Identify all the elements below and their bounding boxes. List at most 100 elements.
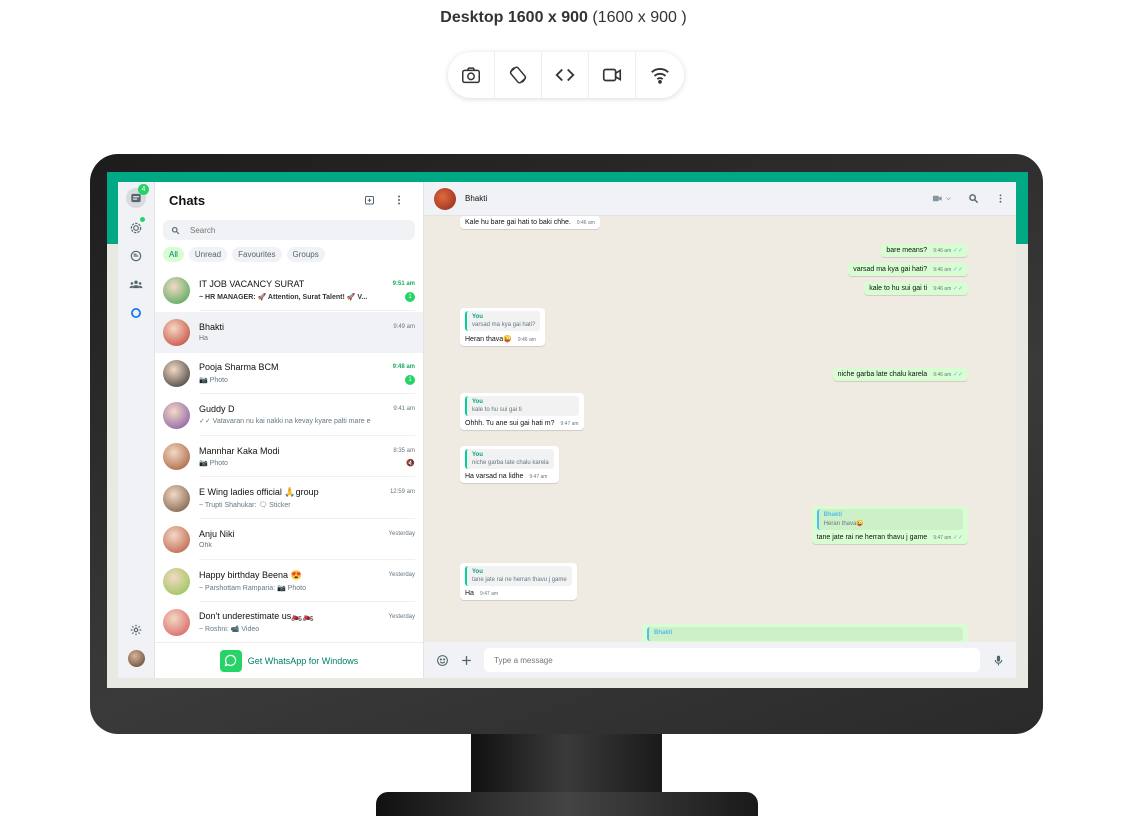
quoted-message[interactable]: You niche garba late chalu karela (465, 449, 554, 469)
outgoing-message[interactable]: Bhakti Heran thava😜 tane jate rai ne herra… (811, 506, 968, 544)
message-text: Ha varsad na lidhe (465, 473, 524, 480)
rail-communities-button[interactable] (126, 274, 146, 294)
emoji-button[interactable] (434, 652, 450, 668)
chat-row[interactable]: Pooja Sharma BCM 9:48 am 📷 Photo 1 (155, 353, 423, 395)
chat-row-bottom: 📷 Photo 1 (199, 374, 415, 385)
video-call-button[interactable] (932, 193, 952, 204)
whatsapp-logo-icon (219, 649, 242, 672)
message-text: Heran thava😜 (465, 336, 512, 343)
code-button[interactable] (542, 52, 589, 98)
search-box[interactable] (163, 220, 415, 240)
chat-row-body: E Wing ladies official 🙏group 12:59 am ~ T… (199, 478, 415, 519)
incoming-message[interactable]: Kale hu bare gai hati to baki chhe. 9:46 … (460, 216, 600, 229)
message-time: 9:47 am (933, 535, 952, 541)
plus-icon (461, 655, 471, 665)
unread-badge: 1 (405, 291, 415, 302)
quoted-message[interactable]: You kale to hu sui gai ti (465, 396, 579, 416)
chat-name: Guddy D (199, 404, 235, 415)
screenshot-button[interactable] (448, 52, 495, 98)
outgoing-message[interactable]: bare means? 9:46 am ✓✓ (881, 244, 968, 257)
filter-all[interactable]: All (163, 247, 184, 262)
rail-settings-button[interactable] (126, 620, 146, 640)
chat-name: IT JOB VACANCY SURAT (199, 278, 305, 289)
get-whatsapp-banner[interactable]: Get WhatsApp for Windows (155, 642, 423, 678)
outgoing-message[interactable]: niche garba late chalu karela 9:46 am ✓✓ (832, 368, 968, 381)
profile-avatar (127, 649, 145, 667)
incoming-message[interactable]: You kale to hu sui gai ti Ohhh. Tu ane sui… (460, 393, 584, 430)
rotate-button[interactable] (495, 52, 542, 98)
chat-row-body: Guddy D 9:41 am ✓✓ Vatavaran nu kai nakki … (199, 395, 415, 436)
network-button[interactable] (636, 52, 683, 98)
incoming-message[interactable]: You niche garba late chalu karela Ha varsa… (460, 446, 559, 483)
chat-row-bottom: ~ Roshni: 📹 Video (199, 625, 415, 633)
chat-list-panel: Chats All Unread Favourites Groups IT JO… (155, 182, 424, 678)
incoming-message[interactable]: You varsad ma kya gai hati? Heran thava😜 9:… (460, 308, 546, 346)
chat-row[interactable]: Bhakti 9:49 am Ha (155, 311, 423, 353)
incoming-message[interactable]: You tane jate rai ne herran thavu j game H… (460, 563, 577, 600)
search-chat-button[interactable] (968, 193, 979, 204)
muted-icon: 🔇 (406, 459, 415, 467)
meta-ai-icon (131, 308, 141, 318)
conversation-panel: Bhakti Kale hu bare gai hati to baki chh… (424, 182, 1016, 678)
chat-row-body: Pooja Sharma BCM 9:48 am 📷 Photo 1 (199, 353, 415, 395)
chat-row[interactable]: E Wing ladies official 🙏group 12:59 am ~ T… (155, 478, 423, 520)
quote-author: You (472, 314, 483, 320)
chat-row[interactable]: IT JOB VACANCY SURAT 9:51 am ~ HR MANAGER:… (155, 270, 423, 312)
attach-button[interactable] (458, 652, 474, 668)
rail-meta-ai-button[interactable] (126, 303, 146, 323)
chat-row[interactable]: Guddy D 9:41 am ✓✓ Vatavaran nu kai nakki … (155, 395, 423, 437)
quote-text: varsad ma kya gai hati? (472, 322, 536, 328)
chat-preview: Ohk (199, 542, 212, 550)
read-receipt-icon: ✓✓ (951, 286, 963, 292)
outgoing-message[interactable]: varsad ma kya gai hati? 9:46 am ✓✓ (848, 263, 968, 276)
monitor-screen: 4 Chats Search All Unread Favourites Gro… (107, 172, 1028, 688)
record-button[interactable] (589, 52, 636, 98)
settings-icon (130, 624, 142, 636)
read-receipt-icon: ✓✓ (951, 372, 963, 378)
chat-time: Yesterday (388, 613, 415, 620)
chat-row[interactable]: Mannhar Kaka Modi 8:35 am 📷 Photo 🔇 (155, 436, 423, 478)
chat-preview: ~ Parshottam Ramparia: 📷 Photo (199, 584, 306, 592)
rail-status-button[interactable] (126, 217, 146, 238)
rail-chats-button[interactable]: 4 (126, 184, 149, 208)
conversation-header[interactable]: Bhakti (424, 182, 1016, 216)
message-input[interactable] (484, 648, 980, 672)
voice-message-button[interactable] (990, 652, 1006, 668)
rail-channels-button[interactable] (126, 246, 146, 266)
quoted-message[interactable]: You varsad ma kya gai hati? (465, 311, 541, 331)
rotate-icon (509, 66, 527, 84)
chat-time: 9:49 am (393, 323, 415, 330)
message-time: 9:46 am (933, 286, 952, 292)
chat-row[interactable]: Happy birthday Beena 😍 Yesterday ~ Parshot… (155, 561, 423, 603)
quoted-message[interactable]: You tane jate rai ne herran thavu j game (465, 566, 572, 586)
chat-avatar (163, 484, 190, 512)
new-chat-button[interactable] (360, 190, 380, 210)
conversation-menu-button[interactable] (995, 193, 1006, 204)
search-input[interactable] (190, 225, 390, 235)
outgoing-message[interactable]: kale to hu sui gai ti 9:46 am ✓✓ (864, 282, 968, 295)
quoted-message[interactable]: Bhakti Heran thava😜 (816, 509, 963, 530)
chat-row-top: Don't underestimate us🏍️🏍️ Yesterday (199, 611, 415, 622)
chat-row[interactable]: Don't underestimate us🏍️🏍️ Yesterday ~ Ros… (155, 602, 423, 644)
filter-chips: All Unread Favourites Groups (155, 240, 423, 266)
quote-text: tane jate rai ne herran thavu j game (472, 577, 567, 583)
quote-author: You (472, 399, 483, 405)
chat-row[interactable]: Anju Niki Yesterday Ohk (155, 519, 423, 561)
chat-list-menu-button[interactable] (389, 190, 409, 210)
chat-preview: ~ Trupti Shahukar: 🗨 Sticker (199, 501, 291, 509)
outgoing-message[interactable]: Bhakti (642, 624, 968, 642)
rail-profile-button[interactable] (126, 648, 146, 668)
quoted-message[interactable]: Bhakti (647, 627, 963, 641)
filter-favourites[interactable]: Favourites (232, 247, 282, 262)
chat-row-body: Bhakti 9:49 am Ha (199, 312, 415, 353)
chat-row-top: Mannhar Kaka Modi 8:35 am (199, 446, 415, 456)
filter-groups[interactable]: Groups (286, 247, 325, 262)
quote-text: niche garba late chalu karela (472, 460, 549, 466)
filter-unread[interactable]: Unread (188, 247, 228, 262)
chat-row-bottom: ✓✓ Vatavaran nu kai nakki na kevay kyare… (199, 417, 415, 425)
message-area: Kale hu bare gai hati to baki chhe. 9:46 … (424, 216, 1016, 642)
chat-avatar (163, 567, 190, 595)
chat-row-body: Mannhar Kaka Modi 8:35 am 📷 Photo 🔇 (199, 436, 415, 478)
message-time: 9:46 am (517, 337, 536, 343)
chat-preview: 📷 Photo (199, 376, 228, 384)
